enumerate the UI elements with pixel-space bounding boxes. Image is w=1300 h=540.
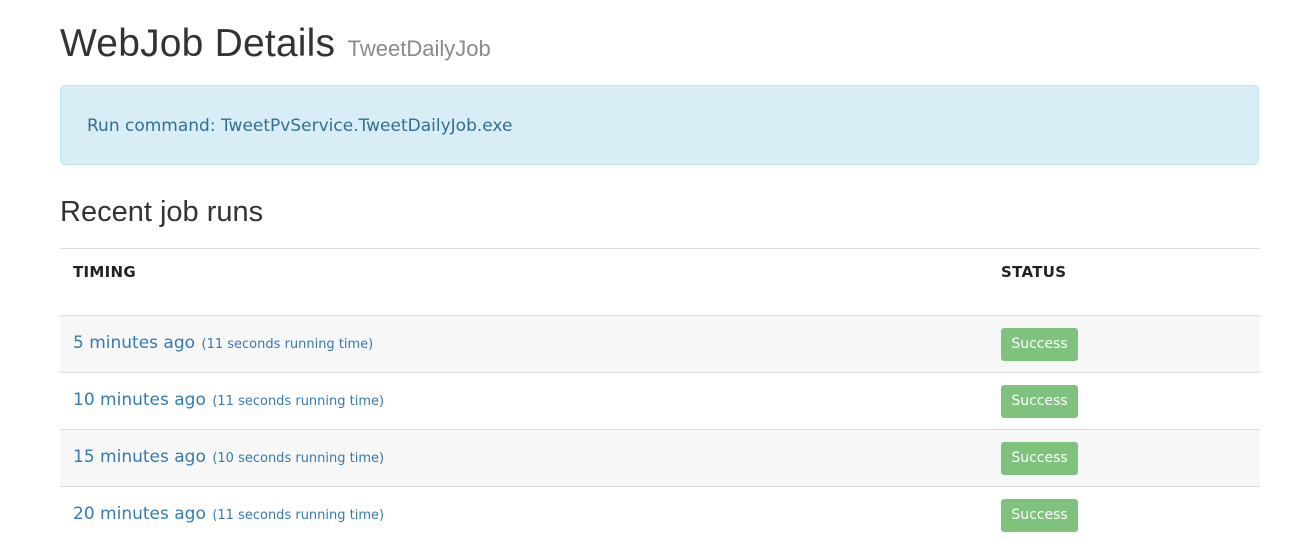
webjob-details-page: WebJob Details TweetDailyJob Run command… — [0, 0, 1300, 540]
page-header: WebJob Details TweetDailyJob — [60, 22, 491, 66]
table-row: 10 minutes ago (11 seconds running time)… — [60, 373, 1260, 430]
running-time: (11 seconds running time) — [212, 508, 385, 523]
page-subtitle: TweetDailyJob — [347, 36, 491, 61]
status-badge: Success — [1001, 442, 1078, 475]
table-row: 20 minutes ago (11 seconds running time)… — [60, 487, 1260, 540]
run-timing-link[interactable]: 20 minutes ago — [73, 504, 206, 524]
run-command-text: Run command: TweetPvService.TweetDailyJo… — [87, 116, 513, 136]
run-timing-link[interactable]: 5 minutes ago — [73, 333, 195, 353]
table-row: 15 minutes ago (10 seconds running time)… — [60, 430, 1260, 487]
recent-job-runs-heading: Recent job runs — [60, 196, 264, 228]
run-timing-link[interactable]: 15 minutes ago — [73, 447, 206, 467]
status-badge: Success — [1001, 328, 1078, 361]
running-time: (11 seconds running time) — [212, 394, 385, 409]
status-badge: Success — [1001, 385, 1078, 418]
running-time: (10 seconds running time) — [212, 451, 385, 466]
timing-cell: 15 minutes ago (10 seconds running time) — [73, 447, 384, 467]
table-header: TIMING STATUS — [60, 248, 1260, 316]
run-command-alert: Run command: TweetPvService.TweetDailyJo… — [60, 85, 1259, 165]
column-header-timing: TIMING — [73, 263, 136, 281]
timing-cell: 10 minutes ago (11 seconds running time) — [73, 390, 384, 410]
column-header-status: STATUS — [1001, 263, 1067, 281]
page-title: WebJob Details — [60, 22, 336, 65]
timing-cell: 5 minutes ago (11 seconds running time) — [73, 333, 373, 353]
run-timing-link[interactable]: 10 minutes ago — [73, 390, 206, 410]
running-time: (11 seconds running time) — [201, 337, 374, 352]
timing-cell: 20 minutes ago (11 seconds running time) — [73, 504, 384, 524]
table-row: 5 minutes ago (11 seconds running time) … — [60, 316, 1260, 373]
job-runs-table: TIMING STATUS 5 minutes ago (11 seconds … — [60, 248, 1260, 540]
status-badge: Success — [1001, 499, 1078, 532]
